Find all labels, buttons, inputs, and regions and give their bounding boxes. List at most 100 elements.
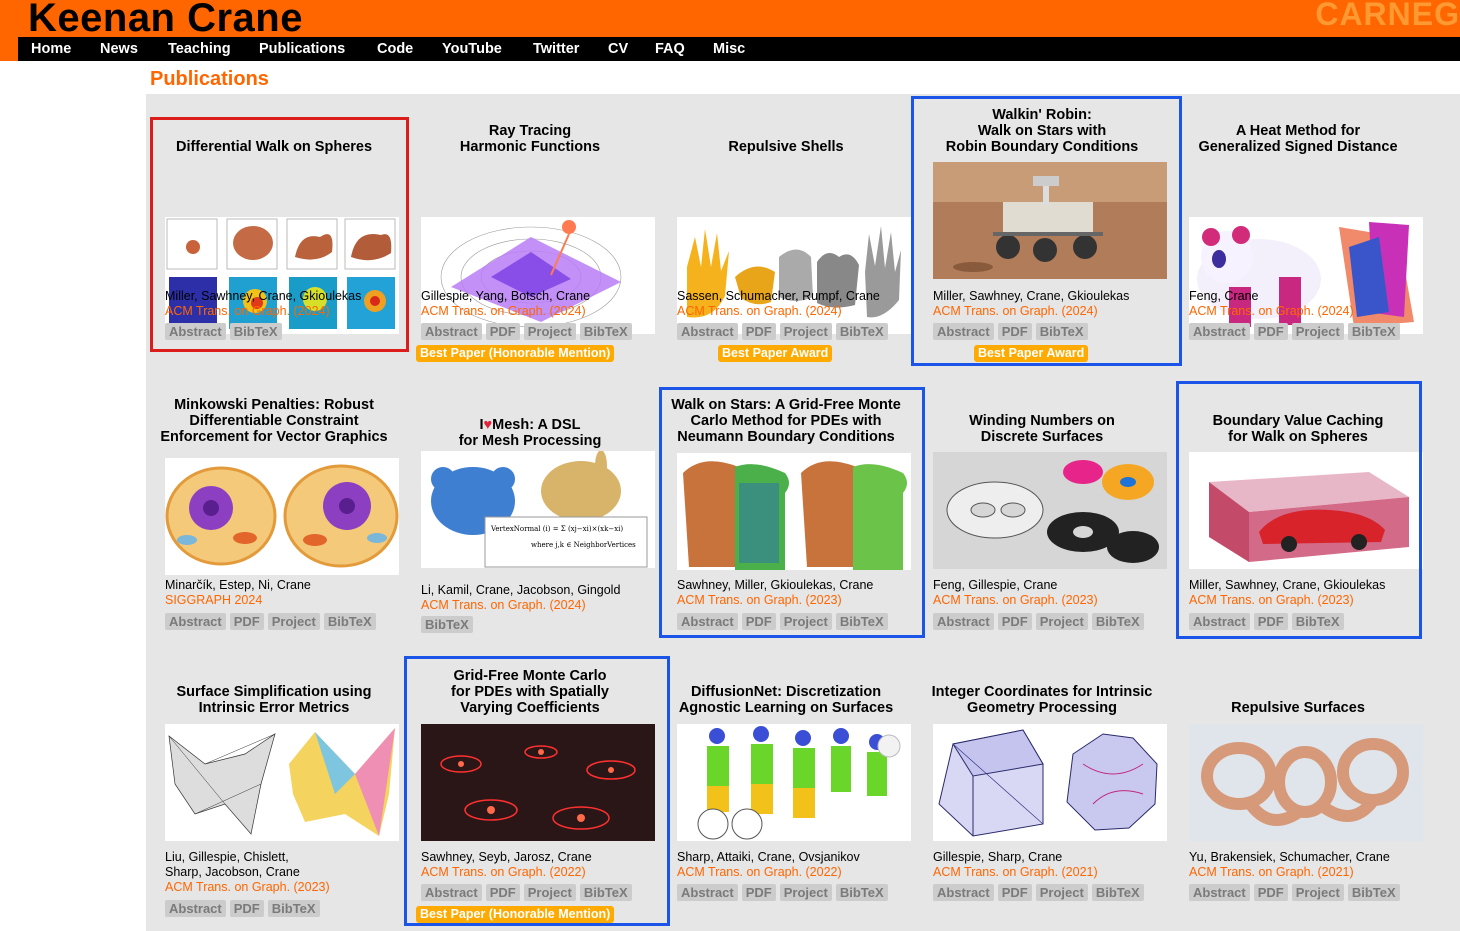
bibtex-link[interactable]: BibTeX bbox=[1347, 884, 1400, 901]
author-line: Feng, Gillespie, Crane bbox=[933, 578, 1058, 592]
bibtex-link[interactable]: BibTeX bbox=[1091, 884, 1144, 901]
publication-venue[interactable]: ACM Trans. on Graph. (2023) bbox=[933, 593, 1098, 608]
publication-title[interactable]: Winding Numbers on Discrete Surfaces bbox=[914, 413, 1170, 445]
nav-item-news[interactable]: News bbox=[100, 37, 138, 61]
cells-icon[interactable] bbox=[165, 458, 399, 575]
highlight-box bbox=[404, 656, 670, 926]
publication-title[interactable]: Integer Coordinates for Intrinsic Geometr… bbox=[914, 684, 1170, 716]
project-link[interactable]: Project bbox=[1035, 884, 1088, 901]
pdf-link[interactable]: PDF bbox=[1253, 323, 1288, 340]
mesh-monkey-icon[interactable]: VertexNormal (i) = Σ (xj−xi)×(xk−xi) whe… bbox=[421, 451, 655, 568]
pdf-link[interactable]: PDF bbox=[485, 323, 520, 340]
publication-links: BibTeX bbox=[421, 616, 477, 634]
nav-item-cv[interactable]: CV bbox=[608, 37, 628, 61]
cube-icon[interactable] bbox=[933, 724, 1167, 841]
publication-title[interactable]: Minkowski Penalties: Robust Differentiabl… bbox=[146, 397, 402, 445]
title-line: Minkowski Penalties: Robust bbox=[174, 397, 374, 413]
publication-title[interactable]: Repulsive Shells bbox=[658, 139, 914, 155]
publication-title[interactable]: Ray Tracing Harmonic Functions bbox=[402, 123, 658, 155]
abstract-link[interactable]: Abstract bbox=[165, 613, 226, 630]
bibtex-link[interactable]: BibTeX bbox=[1091, 613, 1144, 630]
torus-icon[interactable] bbox=[933, 452, 1167, 569]
publication-venue[interactable]: ACM Trans. on Graph. (2024) bbox=[421, 304, 586, 319]
nav-item-teaching[interactable]: Teaching bbox=[168, 37, 231, 61]
abstract-link[interactable]: Abstract bbox=[165, 900, 226, 917]
pdf-link[interactable]: PDF bbox=[997, 884, 1032, 901]
publication-title[interactable]: Surface Simplification using Intrinsic Er… bbox=[146, 684, 402, 716]
pdf-link[interactable]: PDF bbox=[741, 884, 776, 901]
nav-item-code[interactable]: Code bbox=[377, 37, 413, 61]
publication-venue[interactable]: ACM Trans. on Graph. (2024) bbox=[1189, 304, 1354, 319]
nav-item-publications[interactable]: Publications bbox=[259, 37, 345, 61]
abstract-link[interactable]: Abstract bbox=[1189, 884, 1250, 901]
publication-title[interactable]: Repulsive Surfaces bbox=[1170, 700, 1426, 716]
title-line: A Heat Method for bbox=[1235, 123, 1361, 139]
title-line: Repulsive Shells bbox=[728, 139, 844, 155]
pdf-link[interactable]: PDF bbox=[741, 323, 776, 340]
publication-authors: Yu, Brakensiek, Schumacher, Crane bbox=[1189, 850, 1390, 865]
title-line: DiffusionNet: Discretization bbox=[690, 684, 882, 700]
author-line: Sharp, Jacobson, Crane bbox=[165, 865, 300, 879]
publication-authors: Gillespie, Sharp, Crane bbox=[933, 850, 1062, 865]
pdf-link[interactable]: PDF bbox=[229, 613, 264, 630]
publication-venue[interactable]: ACM Trans. on Graph. (2021) bbox=[933, 865, 1098, 880]
author-line: Sassen, Schumacher, Rumpf, Crane bbox=[677, 289, 880, 303]
title-line: Repulsive Surfaces bbox=[1231, 700, 1365, 716]
publication-authors: Feng, Gillespie, Crane bbox=[933, 578, 1057, 593]
author-line: Liu, Gillespie, Chislett, bbox=[165, 850, 289, 864]
pdf-link[interactable]: PDF bbox=[1253, 884, 1288, 901]
bibtex-link[interactable]: BibTeX bbox=[835, 884, 888, 901]
publication-title[interactable]: DiffusionNet: Discretization Agnostic Lea… bbox=[658, 684, 914, 716]
publication-venue[interactable]: ACM Trans. on Graph. (2022) bbox=[677, 865, 842, 880]
publication-venue[interactable]: ACM Trans. on Graph. (2023) bbox=[165, 880, 330, 895]
abstract-link[interactable]: Abstract bbox=[1189, 323, 1250, 340]
publication-venue[interactable]: ACM Trans. on Graph. (2024) bbox=[421, 598, 586, 613]
publication-links: Abstract PDF Project BibTeX bbox=[677, 884, 892, 902]
bibtex-link[interactable]: BibTeX bbox=[835, 323, 888, 340]
highlight-box bbox=[1176, 381, 1422, 639]
publication-title[interactable]: A Heat Method for Generalized Signed Dist… bbox=[1170, 123, 1426, 155]
pdf-link[interactable]: PDF bbox=[229, 900, 264, 917]
publication-venue[interactable]: SIGGRAPH 2024 bbox=[165, 593, 262, 608]
nav-item-home[interactable]: Home bbox=[31, 37, 71, 61]
abstract-link[interactable]: Abstract bbox=[677, 323, 738, 340]
bibtex-link[interactable]: BibTeX bbox=[421, 616, 473, 633]
author-line: Li, Kamil, Crane, Jacobson, Gingold bbox=[421, 583, 621, 597]
bibtex-link[interactable]: BibTeX bbox=[323, 613, 376, 630]
knot-icon[interactable] bbox=[1189, 724, 1423, 841]
abstract-link[interactable]: Abstract bbox=[421, 323, 482, 340]
publication-authors: Gillespie, Yang, Botsch, Crane bbox=[421, 289, 590, 304]
pdf-link[interactable]: PDF bbox=[997, 613, 1032, 630]
site-title[interactable]: Keenan Crane bbox=[28, 0, 303, 42]
publication-venue[interactable]: ACM Trans. on Graph. (2021) bbox=[1189, 865, 1354, 880]
humans-icon[interactable] bbox=[677, 724, 911, 841]
svg-text:where j,k ∈ NeighborVertices: where j,k ∈ NeighborVertices bbox=[531, 541, 636, 549]
publication-links: Abstract PDF Project BibTeX bbox=[933, 884, 1148, 902]
abstract-link[interactable]: Abstract bbox=[677, 884, 738, 901]
bibtex-link[interactable]: BibTeX bbox=[579, 323, 632, 340]
project-link[interactable]: Project bbox=[779, 884, 832, 901]
abstract-link[interactable]: Abstract bbox=[933, 884, 994, 901]
highlight-box bbox=[659, 387, 925, 638]
bibtex-link[interactable]: BibTeX bbox=[1347, 323, 1400, 340]
nav-item-twitter[interactable]: Twitter bbox=[533, 37, 579, 61]
abstract-link[interactable]: Abstract bbox=[933, 613, 994, 630]
publication-links: Abstract PDF Project BibTeX bbox=[1189, 323, 1404, 341]
project-link[interactable]: Project bbox=[267, 613, 320, 630]
page-title: Publications bbox=[150, 68, 269, 90]
bibtex-link[interactable]: BibTeX bbox=[267, 900, 320, 917]
nav-item-youtube[interactable]: YouTube bbox=[442, 37, 502, 61]
project-link[interactable]: Project bbox=[1291, 884, 1344, 901]
publication-venue[interactable]: ACM Trans. on Graph. (2024) bbox=[677, 304, 842, 319]
simplified-mesh-icon[interactable] bbox=[165, 724, 399, 841]
title-line: Agnostic Learning on Surfaces bbox=[678, 700, 894, 716]
title-line: Differentiable Constraint bbox=[189, 413, 359, 429]
project-link[interactable]: Project bbox=[779, 323, 832, 340]
title-line: Discrete Surfaces bbox=[980, 429, 1104, 445]
nav-item-misc[interactable]: Misc bbox=[713, 37, 745, 61]
nav-item-faq[interactable]: FAQ bbox=[655, 37, 685, 61]
project-link[interactable]: Project bbox=[523, 323, 576, 340]
publication-title[interactable]: I♥Mesh: A DSL for Mesh Processing bbox=[402, 417, 658, 449]
project-link[interactable]: Project bbox=[1291, 323, 1344, 340]
project-link[interactable]: Project bbox=[1035, 613, 1088, 630]
